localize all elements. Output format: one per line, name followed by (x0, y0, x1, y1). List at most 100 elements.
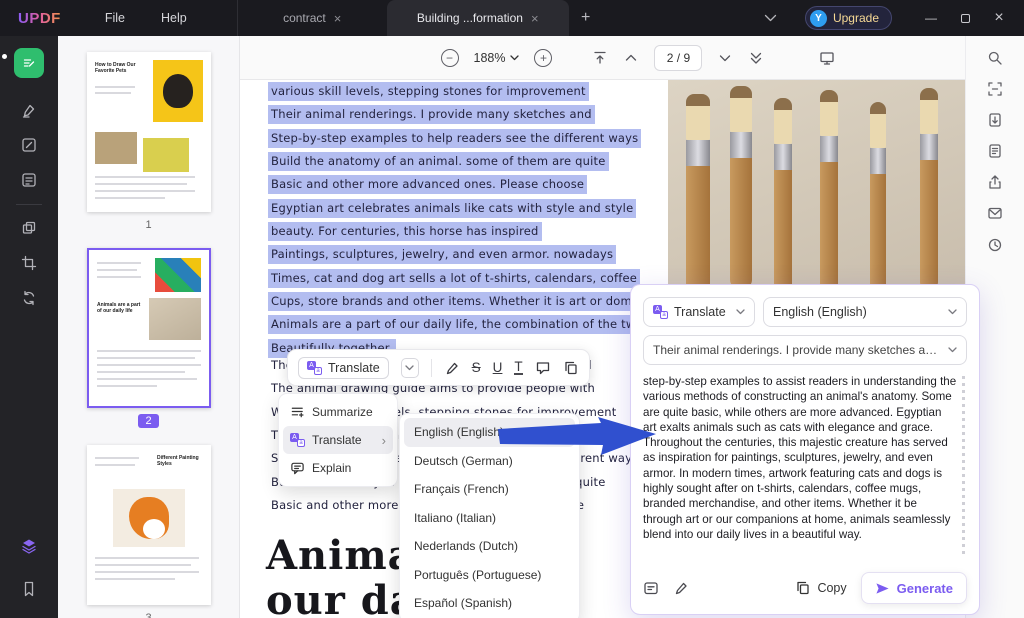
selected-text-line[interactable]: Times, cat and dog art sells a lot of t-… (268, 269, 640, 288)
thumb-image-palette (155, 258, 201, 292)
translate-dropdown-caret[interactable] (401, 358, 419, 378)
translate-icon: A a (653, 305, 668, 319)
close-icon[interactable]: × (531, 11, 539, 26)
updf-logo: UPDF (18, 10, 61, 27)
language-option-french[interactable]: Français (French) (404, 475, 575, 504)
page-thumbnail-3[interactable]: Different Painting Styles (87, 445, 211, 605)
language-option-dutch[interactable]: Nederlands (Dutch) (404, 532, 575, 561)
history-icon[interactable] (987, 237, 1003, 253)
menu-item-translate[interactable]: A a Translate › (283, 426, 393, 454)
bookmark-button[interactable] (12, 574, 46, 604)
go-to-bottom-button[interactable] (748, 50, 764, 66)
language-option-spanish[interactable]: Español (Spanish) (404, 589, 575, 618)
translate-button[interactable]: A a Translate (298, 357, 389, 379)
chevron-down-icon (948, 347, 957, 353)
thumb-image-brushes (149, 298, 201, 340)
menu-item-label: Explain (312, 461, 351, 475)
rail-bottom-group (12, 526, 46, 604)
copy-translation-button[interactable]: Copy (795, 580, 846, 596)
chevron-down-icon (510, 55, 519, 61)
batch-layers-button[interactable] (12, 531, 46, 561)
tab-bar: contract × Building ...formation × + (237, 0, 603, 36)
menu-item-label: Summarize (312, 405, 373, 419)
tab-contract[interactable]: contract × (237, 0, 387, 36)
copy-label: Copy (817, 581, 846, 595)
zoom-out-button[interactable]: − (441, 49, 459, 67)
menu-item-label: Translate (312, 433, 362, 447)
form-button[interactable] (12, 165, 46, 195)
previous-page-button[interactable] (623, 50, 639, 66)
strikethrough-button[interactable]: S (472, 360, 481, 375)
comment-button[interactable] (535, 360, 551, 376)
tab-building-information[interactable]: Building ...formation × (387, 0, 569, 36)
selected-text-line[interactable]: Paintings, sculptures, jewelry, and even… (268, 245, 616, 264)
maximize-button[interactable] (948, 0, 982, 36)
annotate-pen-button[interactable] (673, 580, 689, 596)
selected-text-line[interactable]: Build the anatomy of an animal. some of … (268, 152, 609, 171)
crop-button[interactable] (12, 248, 46, 278)
text-style-button[interactable]: T (514, 360, 522, 375)
chevron-down-icon[interactable] (764, 14, 777, 22)
minimize-button[interactable]: — (914, 0, 948, 36)
compress-icon[interactable] (987, 112, 1003, 128)
selected-text-line[interactable]: beauty. For centuries, this horse has in… (268, 222, 542, 241)
selected-text-line[interactable]: Basic and other more advanced ones. Plea… (268, 175, 587, 194)
new-tab-button[interactable]: + (569, 0, 603, 36)
highlighter-button[interactable] (12, 95, 46, 125)
menu-file[interactable]: File (95, 7, 135, 29)
send-icon (875, 581, 890, 596)
go-to-top-button[interactable] (592, 50, 608, 66)
language-option-portuguese[interactable]: Português (Portuguese) (404, 561, 575, 590)
upgrade-button[interactable]: Y Upgrade (805, 6, 892, 30)
copy-button[interactable] (563, 360, 579, 376)
thumb-title: How to Draw Our Favorite Pets (95, 62, 147, 74)
reader-icon[interactable] (987, 143, 1003, 159)
generate-label: Generate (897, 581, 953, 596)
edit-button[interactable] (12, 130, 46, 160)
ai-action-select[interactable]: A a Translate (643, 297, 755, 327)
highlight-pen-button[interactable] (444, 360, 460, 376)
convert-button[interactable] (12, 283, 46, 313)
language-option-italian[interactable]: Italiano (Italian) (404, 504, 575, 533)
presentation-mode-button[interactable] (819, 50, 835, 67)
translate-icon: A a (307, 361, 322, 375)
underline-button[interactable]: U (493, 360, 503, 375)
thumbnail-panel: How to Draw Our Favorite Pets 1 Animals … (58, 36, 240, 618)
selected-text-line[interactable]: various skill levels, stepping stones fo… (268, 82, 589, 101)
target-language-select[interactable]: English (English) (763, 297, 967, 327)
add-note-button[interactable] (643, 580, 659, 597)
source-text-select[interactable]: Their animal renderings. I provide many … (643, 335, 967, 365)
ocr-icon[interactable] (987, 81, 1003, 97)
zoom-value: 188% (474, 51, 506, 65)
selected-text-line[interactable]: Animals are a part of our daily life, th… (268, 315, 646, 334)
page-number-2: 2 (58, 415, 239, 427)
next-page-button[interactable] (717, 50, 733, 66)
search-icon[interactable] (987, 50, 1003, 66)
page-indicator-input[interactable]: 2 / 9 (654, 45, 702, 71)
organize-pages-button[interactable] (12, 213, 46, 243)
selected-text-line[interactable]: Their animal renderings. I provide many … (268, 105, 595, 124)
zoom-in-button[interactable]: + (534, 49, 552, 67)
menu-help[interactable]: Help (151, 7, 197, 29)
page-thumbnail-1[interactable]: How to Draw Our Favorite Pets (87, 52, 211, 212)
menu-item-explain[interactable]: Explain (283, 454, 393, 482)
page-thumbnail-2[interactable]: Animals are a part of our daily life (87, 248, 211, 408)
explain-icon (290, 460, 305, 476)
markup-mode-button[interactable] (14, 48, 44, 78)
selected-text-line[interactable]: Cups, store brands and other items. Whet… (268, 292, 663, 311)
share-icon[interactable] (987, 174, 1003, 190)
zoom-level-dropdown[interactable]: 188% (474, 51, 520, 65)
panel-footer: Copy Generate (643, 572, 967, 604)
menu-item-summarize[interactable]: Summarize (283, 398, 393, 426)
paintbrushes-image[interactable] (668, 80, 965, 284)
panel-scrollbar[interactable] (962, 376, 965, 554)
left-toolbar (0, 36, 58, 618)
close-icon[interactable]: × (334, 11, 342, 26)
thumb-image-pug (153, 60, 203, 122)
thumb-photo (95, 132, 137, 164)
mail-icon[interactable] (987, 205, 1003, 222)
close-window-button[interactable]: × (982, 0, 1016, 36)
generate-button[interactable]: Generate (861, 572, 967, 604)
selected-text-line[interactable]: Step-by-step examples to help readers se… (268, 129, 641, 148)
selected-text-line[interactable]: Egyptian art celebrates animals like cat… (268, 199, 636, 218)
